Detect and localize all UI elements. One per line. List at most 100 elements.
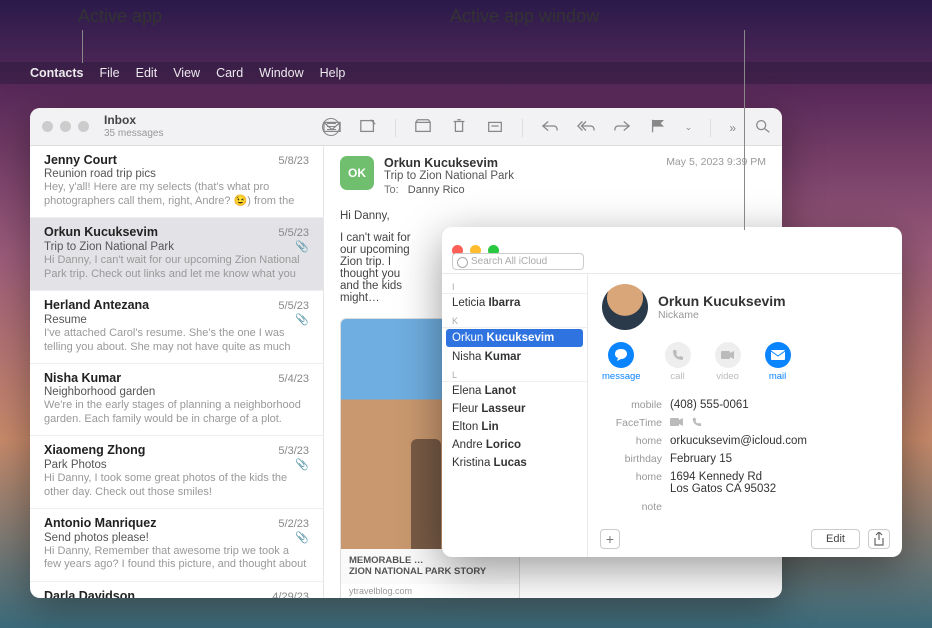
link-preview-title-2: ZION NATIONAL PARK STORY <box>349 566 486 577</box>
contacts-sidebar-list[interactable]: ILeticia IbarraKOrkun KucuksevimNisha Ku… <box>442 274 588 557</box>
contacts-list-item[interactable]: Elton Lin <box>442 418 587 436</box>
message-greeting: Hi Danny, <box>340 210 766 222</box>
junk-icon[interactable] <box>486 118 504 137</box>
mail-sender: Darla Davidson <box>44 589 135 599</box>
close-dot[interactable] <box>42 121 53 132</box>
menubar-app-name[interactable]: Contacts <box>30 66 83 80</box>
field-label-home-addr: home <box>602 471 670 495</box>
share-button[interactable] <box>868 529 890 549</box>
compose-reply-icon[interactable] <box>323 118 341 137</box>
minimize-dot[interactable] <box>60 121 71 132</box>
field-value-note[interactable] <box>670 501 888 513</box>
toolbar-separator <box>710 119 711 137</box>
attachment-icon: 📎 <box>295 313 309 326</box>
mail-list-item[interactable]: Xiaomeng Zhong5/3/23Park Photos📎Hi Danny… <box>30 436 323 509</box>
archive-icon[interactable] <box>414 118 432 137</box>
action-video-label: video <box>716 371 739 382</box>
contacts-list-item[interactable]: Kristina Lucas <box>442 454 587 472</box>
field-label-note: note <box>602 501 670 513</box>
trash-icon[interactable] <box>450 118 468 137</box>
message-icon <box>608 342 634 368</box>
message-body-line: I can't wait for our upcoming Zion trip.… <box>340 232 420 304</box>
contacts-search-input[interactable]: Search All iCloud <box>452 253 584 270</box>
message-subject: Trip to Zion National Park <box>384 170 766 182</box>
menubar-item-help[interactable]: Help <box>320 66 346 80</box>
action-video[interactable]: video <box>715 342 741 382</box>
contact-name: Orkun Kucuksevim <box>658 293 786 309</box>
mail-sender: Herland Antezana <box>44 298 149 312</box>
mail-subject: Send photos please! <box>44 532 149 544</box>
mail-icon <box>765 342 791 368</box>
mail-preview: I've attached Carol's resume. She's the … <box>44 327 309 355</box>
action-call-label: call <box>670 371 684 382</box>
action-message-label: message <box>602 371 641 382</box>
flag-icon[interactable] <box>649 118 667 137</box>
callout-active-window: Active app window <box>450 6 599 27</box>
mail-title-block: Inbox 35 messages <box>104 114 163 138</box>
facetime-video-icon[interactable] <box>670 417 684 427</box>
reply-all-icon[interactable] <box>577 118 595 137</box>
contacts-titlebar[interactable]: Search All iCloud <box>442 227 902 273</box>
menubar-item-file[interactable]: File <box>99 66 119 80</box>
mail-list-item[interactable]: Nisha Kumar5/4/23Neighborhood gardenWe'r… <box>30 364 323 436</box>
action-message[interactable]: message <box>602 342 641 382</box>
mail-list-item[interactable]: Orkun Kucuksevim5/5/23Trip to Zion Natio… <box>30 218 323 291</box>
contacts-window: Search All iCloud ILeticia IbarraKOrkun … <box>442 227 902 557</box>
mail-preview: Hey, y'all! Here are my selects (that's … <box>44 181 309 209</box>
mail-preview: Hi Danny, I can't wait for our upcoming … <box>44 254 309 282</box>
mail-traffic-lights[interactable] <box>42 121 89 132</box>
field-label-facetime: FaceTime <box>602 417 670 429</box>
menubar-item-card[interactable]: Card <box>216 66 243 80</box>
inbox-title: Inbox <box>104 114 163 127</box>
mail-date: 5/2/23 <box>278 518 309 530</box>
mail-preview: Hi Danny, Remember that awesome trip we … <box>44 545 309 573</box>
toolbar-overflow-icon[interactable]: » <box>729 121 736 135</box>
video-icon <box>715 342 741 368</box>
mail-titlebar[interactable]: Inbox 35 messages ⌄ » <box>30 108 782 146</box>
mail-list-item[interactable]: Jenny Court5/8/23Reunion road trip picsH… <box>30 146 323 218</box>
add-field-button[interactable]: + <box>600 529 620 549</box>
facetime-icons[interactable] <box>670 417 888 429</box>
menubar-item-window[interactable]: Window <box>259 66 303 80</box>
contacts-list-item[interactable]: Fleur Lasseur <box>442 400 587 418</box>
forward-icon[interactable] <box>613 118 631 137</box>
menubar-item-edit[interactable]: Edit <box>136 66 158 80</box>
toolbar-separator <box>395 119 396 137</box>
field-value-home-addr[interactable]: 1694 Kennedy Rd Los Gatos CA 95032 <box>670 471 888 495</box>
reply-icon[interactable] <box>541 118 559 137</box>
facetime-audio-icon[interactable] <box>692 417 702 427</box>
mail-date: 4/29/23 <box>272 591 309 599</box>
mail-list-item[interactable]: Antonio Manriquez5/2/23Send photos pleas… <box>30 509 323 582</box>
flag-chevron-icon[interactable]: ⌄ <box>685 122 693 133</box>
field-label-birthday: birthday <box>602 453 670 465</box>
contacts-list-item[interactable]: Leticia Ibarra <box>442 294 587 312</box>
contacts-list-item[interactable]: Elena Lanot <box>442 382 587 400</box>
sender-avatar: OK <box>340 156 374 190</box>
callout-line <box>82 30 83 63</box>
contacts-section-header: I <box>442 278 587 294</box>
contact-avatar <box>602 284 648 330</box>
share-icon <box>873 532 885 546</box>
contacts-list-item[interactable]: Nisha Kumar <box>442 348 587 366</box>
mail-list-item[interactable]: Darla Davidson4/29/23The best vacationRe… <box>30 582 323 599</box>
search-icon[interactable] <box>754 118 772 137</box>
action-call[interactable]: call <box>665 342 691 382</box>
menubar-item-view[interactable]: View <box>173 66 200 80</box>
attachment-icon: 📎 <box>295 531 309 544</box>
message-to-value: Danny Rico <box>408 184 465 196</box>
edit-button[interactable]: Edit <box>811 529 860 549</box>
mail-date: 5/5/23 <box>278 300 309 312</box>
search-placeholder: Search All iCloud <box>471 256 547 267</box>
contacts-list-item[interactable]: Orkun Kucuksevim <box>446 329 583 347</box>
mail-message-list[interactable]: Jenny Court5/8/23Reunion road trip picsH… <box>30 146 324 598</box>
zoom-dot[interactable] <box>78 121 89 132</box>
mail-list-item[interactable]: Herland Antezana5/5/23Resume📎I've attach… <box>30 291 323 364</box>
contacts-list-item[interactable]: Andre Lorico <box>442 436 587 454</box>
mail-subject: Neighborhood garden <box>44 386 155 398</box>
field-value-home-email[interactable]: orkucuksevim@icloud.com <box>670 435 888 447</box>
contacts-section-header: K <box>442 312 587 328</box>
compose-new-icon[interactable] <box>359 118 377 137</box>
action-mail[interactable]: mail <box>765 342 791 382</box>
field-value-mobile[interactable]: (408) 555-0061 <box>670 399 888 411</box>
contact-subtitle: Nickame <box>658 309 786 321</box>
